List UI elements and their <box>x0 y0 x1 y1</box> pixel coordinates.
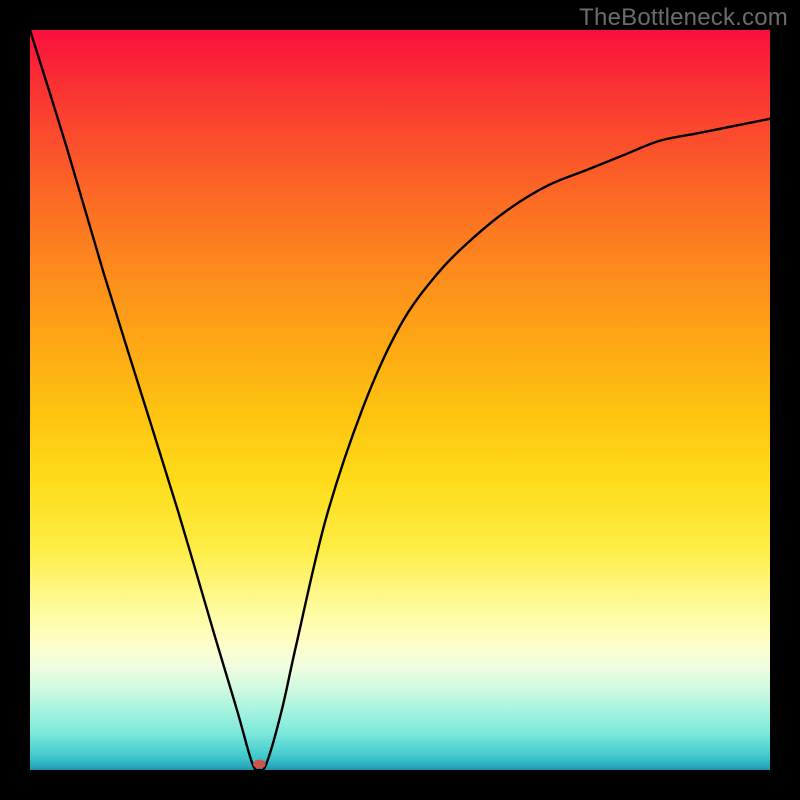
plot-area <box>30 30 770 770</box>
min-marker <box>253 760 266 769</box>
bottleneck-curve-path <box>30 30 770 770</box>
watermark-text: TheBottleneck.com <box>579 4 788 32</box>
chart-frame: TheBottleneck.com <box>0 0 800 800</box>
curve-layer <box>30 30 770 770</box>
